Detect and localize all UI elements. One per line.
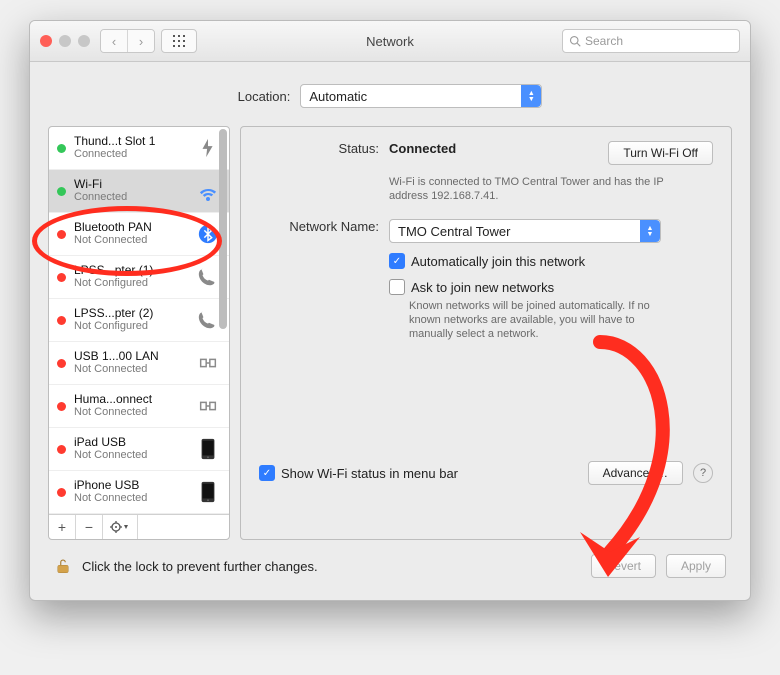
status-dot-icon <box>57 402 66 411</box>
help-button[interactable]: ? <box>693 463 713 483</box>
ask-join-description: Known networks will be joined automatica… <box>409 299 679 341</box>
gear-icon <box>110 521 130 533</box>
show-all-button[interactable] <box>161 29 197 53</box>
status-dot-icon <box>57 144 66 153</box>
interface-status: Not Connected <box>74 234 187 247</box>
interface-status: Connected <box>74 148 187 161</box>
network-name-label: Network Name: <box>259 219 389 234</box>
interface-status: Not Connected <box>74 363 187 376</box>
show-status-checkbox[interactable]: ✓Show Wi-Fi status in menu bar <box>259 465 458 481</box>
minimize-window-button[interactable] <box>59 35 71 47</box>
interface-name: LPSS...pter (2) <box>74 307 187 320</box>
status-label: Status: <box>259 141 389 156</box>
location-value: Automatic <box>309 89 367 104</box>
network-name-select[interactable]: TMO Central Tower ▲▼ <box>389 219 661 243</box>
lock-open-icon[interactable] <box>54 557 72 575</box>
ask-join-checkbox[interactable]: Ask to join new networks <box>389 279 713 295</box>
turn-wifi-off-button[interactable]: Turn Wi-Fi Off <box>608 141 713 165</box>
auto-join-checkbox[interactable]: ✓Automatically join this network <box>389 253 713 269</box>
chevron-updown-icon: ▲▼ <box>521 85 541 107</box>
status-description: Wi-Fi is connected to TMO Central Tower … <box>389 175 689 203</box>
interface-status: Not Configured <box>74 277 187 290</box>
add-interface-button[interactable]: + <box>49 515 76 539</box>
close-window-button[interactable] <box>40 35 52 47</box>
status-dot-icon <box>57 187 66 196</box>
zoom-window-button[interactable] <box>78 35 90 47</box>
lock-text: Click the lock to prevent further change… <box>82 559 318 574</box>
chevron-updown-icon: ▲▼ <box>640 220 660 242</box>
revert-button[interactable]: Revert <box>591 554 656 578</box>
status-dot-icon <box>57 316 66 325</box>
sidebar-item-huma-onnect[interactable]: Huma...onnectNot Connected <box>49 385 229 428</box>
status-value: Connected <box>389 141 456 156</box>
sidebar-item-lpss-pter-2-[interactable]: LPSS...pter (2)Not Configured <box>49 299 229 342</box>
remove-interface-button[interactable]: − <box>76 515 103 539</box>
interface-name: LPSS...pter (1) <box>74 264 187 277</box>
apply-button[interactable]: Apply <box>666 554 726 578</box>
interface-name: Huma...onnect <box>74 393 187 406</box>
sidebar-item-iphone-usb[interactable]: iPhone USBNot Connected <box>49 471 229 514</box>
forward-button[interactable]: › <box>127 30 154 52</box>
interface-name: USB 1...00 LAN <box>74 350 187 363</box>
checkmark-icon: ✓ <box>389 253 405 269</box>
checkbox-empty-icon <box>389 279 405 295</box>
status-dot-icon <box>57 230 66 239</box>
interface-status: Not Connected <box>74 406 187 419</box>
interface-name: Wi-Fi <box>74 178 187 191</box>
sidebar-item-bluetooth-pan[interactable]: Bluetooth PANNot Connected <box>49 213 229 256</box>
interface-status: Connected <box>74 191 187 204</box>
interface-list[interactable]: Thund...t Slot 1ConnectedWi-FiConnectedB… <box>49 127 229 514</box>
network-name-value: TMO Central Tower <box>398 224 510 239</box>
interface-name: iPad USB <box>74 436 187 449</box>
location-label: Location: <box>238 89 291 104</box>
sidebar-item-wi-fi[interactable]: Wi-FiConnected <box>49 170 229 213</box>
search-placeholder: Search <box>585 34 623 48</box>
status-dot-icon <box>57 488 66 497</box>
action-menu-button[interactable] <box>103 515 138 539</box>
sidebar-item-thund-t-slot-1[interactable]: Thund...t Slot 1Connected <box>49 127 229 170</box>
interface-name: Bluetooth PAN <box>74 221 187 234</box>
sidebar-item-usb-1-00-lan[interactable]: USB 1...00 LANNot Connected <box>49 342 229 385</box>
status-dot-icon <box>57 445 66 454</box>
search-icon <box>569 35 581 47</box>
status-dot-icon <box>57 273 66 282</box>
interface-name: iPhone USB <box>74 479 187 492</box>
interface-status: Not Configured <box>74 320 187 333</box>
advanced-button[interactable]: Advanced… <box>588 461 683 485</box>
sidebar-item-ipad-usb[interactable]: iPad USBNot Connected <box>49 428 229 471</box>
scrollbar[interactable] <box>218 128 228 513</box>
back-button[interactable]: ‹ <box>101 30 127 52</box>
interface-status: Not Connected <box>74 492 187 505</box>
status-dot-icon <box>57 359 66 368</box>
checkmark-icon: ✓ <box>259 465 275 481</box>
interface-name: Thund...t Slot 1 <box>74 135 187 148</box>
location-select[interactable]: Automatic ▲▼ <box>300 84 542 108</box>
sidebar-item-lpss-pter-1-[interactable]: LPSS...pter (1)Not Configured <box>49 256 229 299</box>
interface-status: Not Connected <box>74 449 187 462</box>
search-input[interactable]: Search <box>562 29 740 53</box>
